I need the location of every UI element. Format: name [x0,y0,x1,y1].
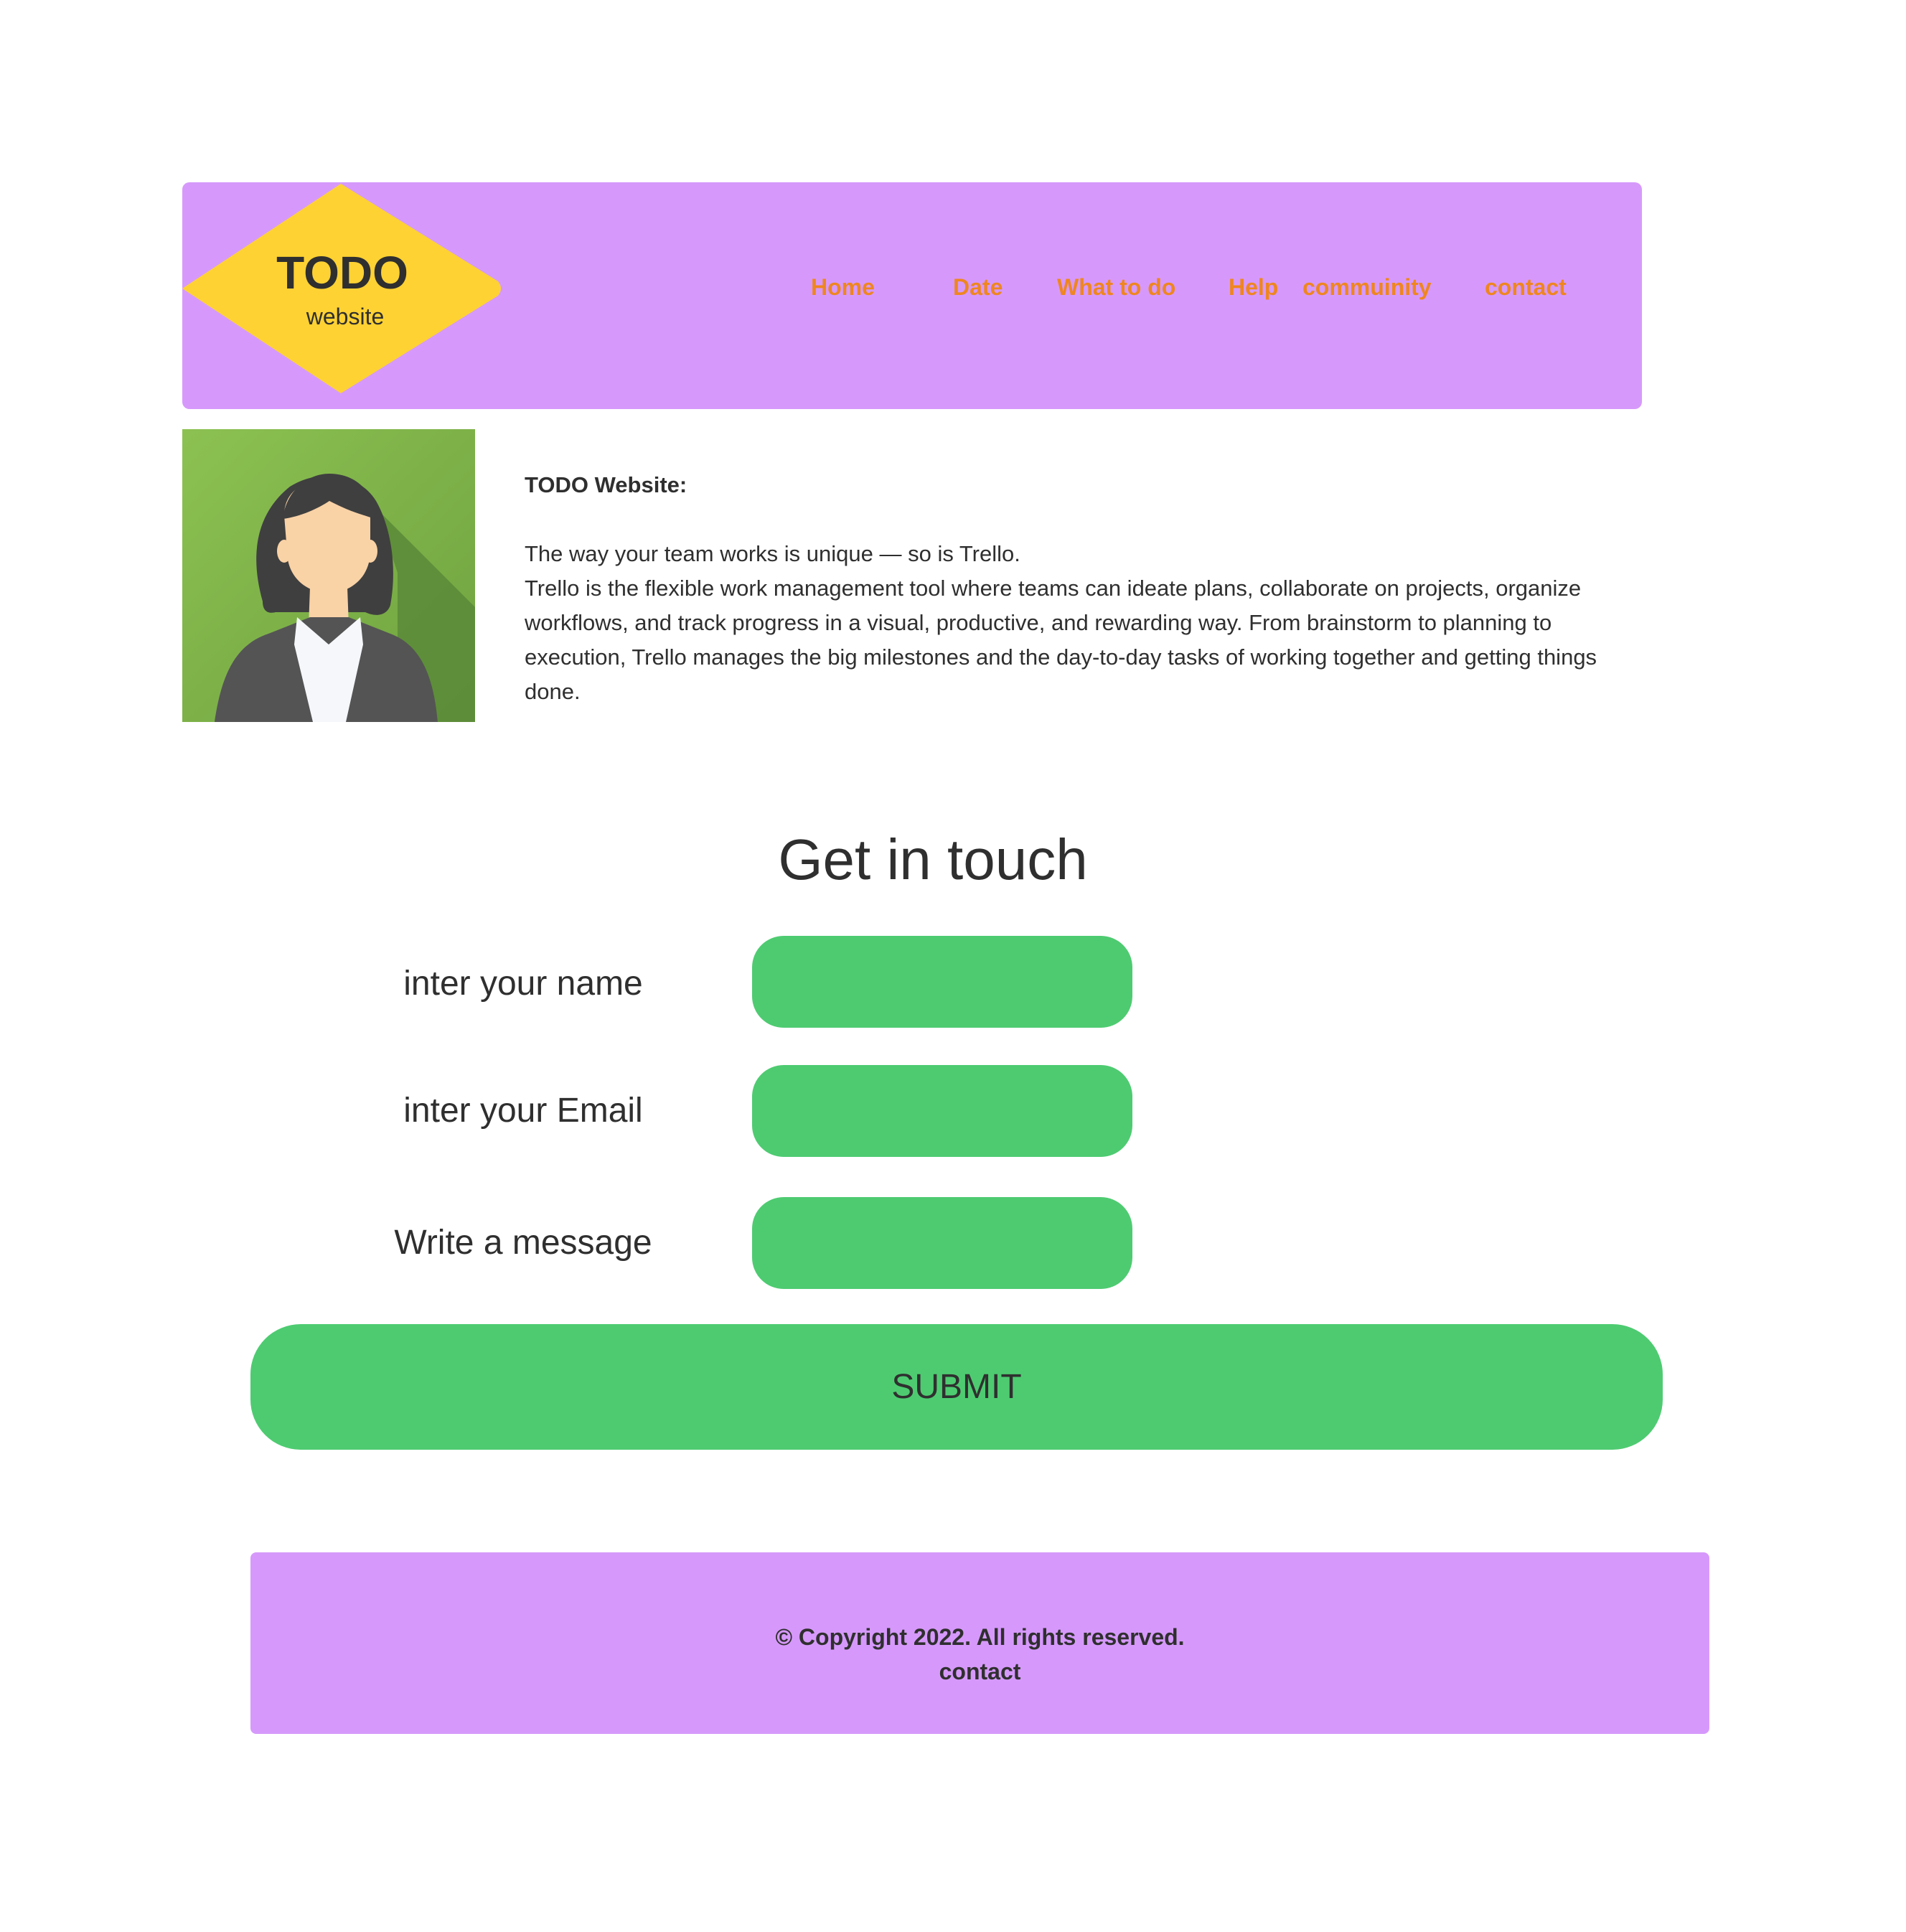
name-input[interactable] [752,936,1132,1028]
message-input[interactable] [752,1197,1132,1289]
footer-contact-link[interactable]: contact [250,1654,1709,1689]
logo-subtitle: website [306,304,385,329]
about-paragraph: Trello is the flexible work management t… [525,576,1597,704]
nav-date-link[interactable]: Date [953,273,1003,301]
site-header: TODO website Home Date What to do Help c… [182,182,1642,409]
site-footer: © Copyright 2022. All rights reserved. c… [250,1552,1709,1734]
nav-help-link[interactable]: Help [1229,273,1278,301]
nav-home-link[interactable]: Home [811,273,875,301]
about-paragraph: The way your team works is unique — so i… [525,541,1020,566]
contact-form-heading: Get in touch [778,827,1088,891]
nav-community-link[interactable]: commuinity [1302,273,1432,301]
submit-button[interactable]: SUBMIT [250,1324,1663,1450]
message-field-label: Write a message [394,1224,652,1262]
site-logo[interactable]: TODO website [182,182,502,395]
name-field-label: inter your name [403,965,643,1003]
email-input[interactable] [752,1065,1132,1157]
email-field-label: inter your Email [403,1092,643,1130]
nav-what-to-do-link[interactable]: What to do [1057,273,1175,301]
nav-contact-link[interactable]: contact [1485,273,1567,301]
logo-title: TODO [276,247,408,299]
about-description: TODO Website: The way your team works is… [525,468,1644,709]
about-title: TODO Website: [525,472,687,497]
businesswoman-avatar-icon [182,429,475,722]
copyright-text: © Copyright 2022. All rights reserved. [775,1624,1185,1650]
